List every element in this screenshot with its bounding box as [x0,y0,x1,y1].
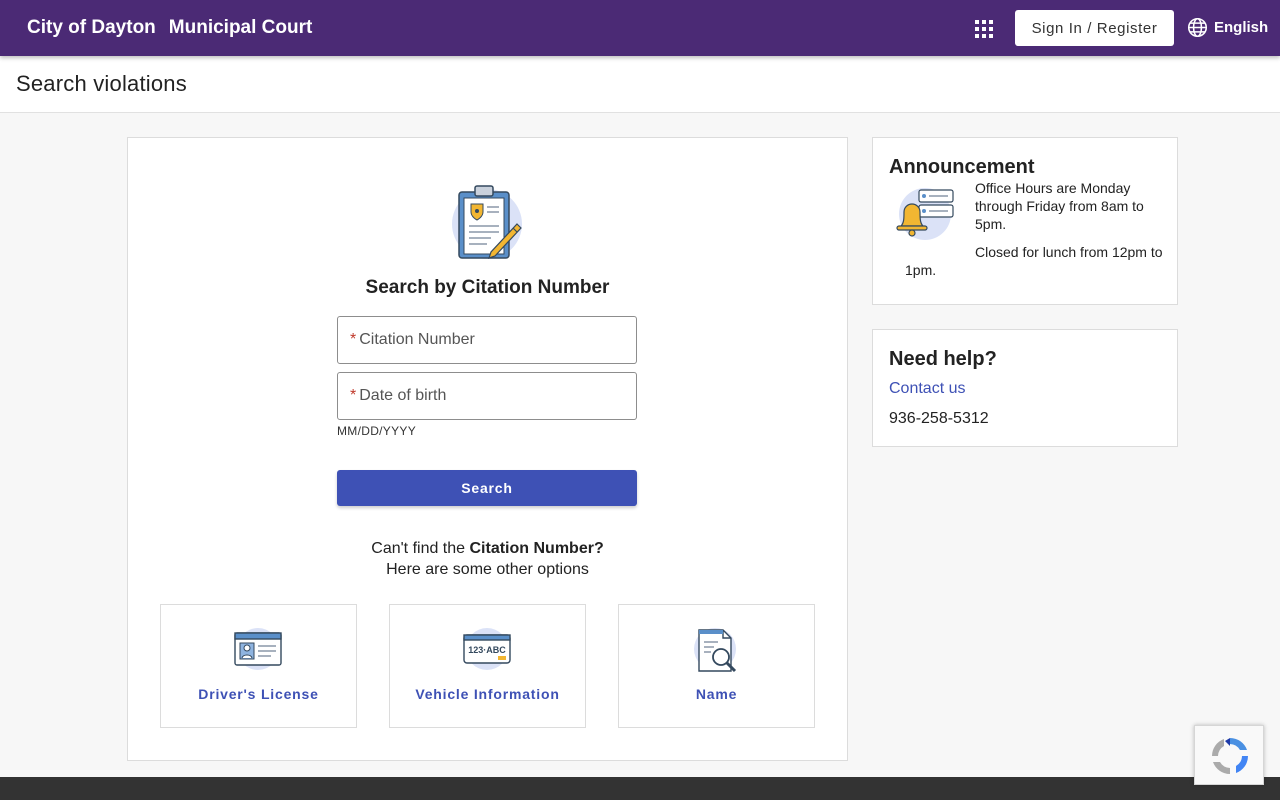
citation-number-input[interactable]: * Citation Number [337,316,637,364]
globe-icon [1187,17,1208,38]
search-by-name-option[interactable]: Name [618,604,815,728]
drivers-license-label: Driver's License [198,686,319,702]
language-label: English [1214,19,1269,36]
help-phone-number: 936-258-5312 [889,410,989,427]
brand-court: Municipal Court [168,17,313,38]
dob-format-hint: MM/DD/YYYY [337,424,417,438]
clipboard-citation-icon [452,185,522,259]
alternative-options-text: Can't find the Citation Number? Here are… [128,538,847,580]
date-of-birth-placeholder: Date of birth [359,387,447,404]
announcement-title: Announcement [889,156,1035,178]
alt-prefix: Can't find the [371,540,470,557]
search-title: Search by Citation Number [365,277,610,298]
sign-in-register-button[interactable]: Sign In / Register [1015,10,1174,46]
search-by-drivers-license-option[interactable]: Driver's License [160,604,357,728]
help-card: Need help? Contact us 936-258-5312 [872,329,1178,447]
plate-text: 123·ABC [468,645,506,655]
help-title: Need help? [889,348,997,370]
name-label: Name [695,686,738,702]
announcement-office-hours: Office Hours are Monday through Friday f… [975,180,1144,232]
search-card: Search by Citation Number * Citation Num… [127,137,848,761]
search-by-vehicle-information-option[interactable]: 123·ABC Vehicle Information [389,604,586,728]
recaptcha-badge[interactable] [1194,725,1264,785]
brand-title[interactable]: City of Dayton Municipal Court [27,17,312,39]
bell-notification-icon [896,188,954,240]
required-mark: * [350,387,357,404]
page-title: Search violations [16,71,187,96]
page-header: Search violations [0,56,1280,113]
contact-us-link[interactable]: Contact us [889,380,965,398]
date-of-birth-input[interactable]: * Date of birth [337,372,637,420]
brand-city: City of Dayton [27,17,156,38]
name-search-icon [694,628,737,673]
search-button[interactable]: Search [337,470,637,506]
alt-bold: Citation Number? [469,540,604,557]
apps-grid-icon[interactable] [970,15,996,41]
page-footer [0,777,1280,800]
drivers-license-icon [234,628,282,670]
citation-number-placeholder: Citation Number [359,331,475,348]
announcement-lunch-closure: Closed for lunch from 12pm to 1pm. [905,244,1163,278]
alt-line2: Here are some other options [386,561,589,578]
announcement-card: Announcement Office Hours are Monday thr… [872,137,1178,305]
language-selector[interactable]: English [1187,17,1268,38]
top-app-bar: City of Dayton Municipal Court Sign In / … [0,0,1280,56]
license-plate-icon: 123·ABC [463,628,511,670]
vehicle-information-label: Vehicle Information [415,686,560,702]
required-mark: * [350,331,357,348]
recaptcha-icon [1212,738,1248,774]
